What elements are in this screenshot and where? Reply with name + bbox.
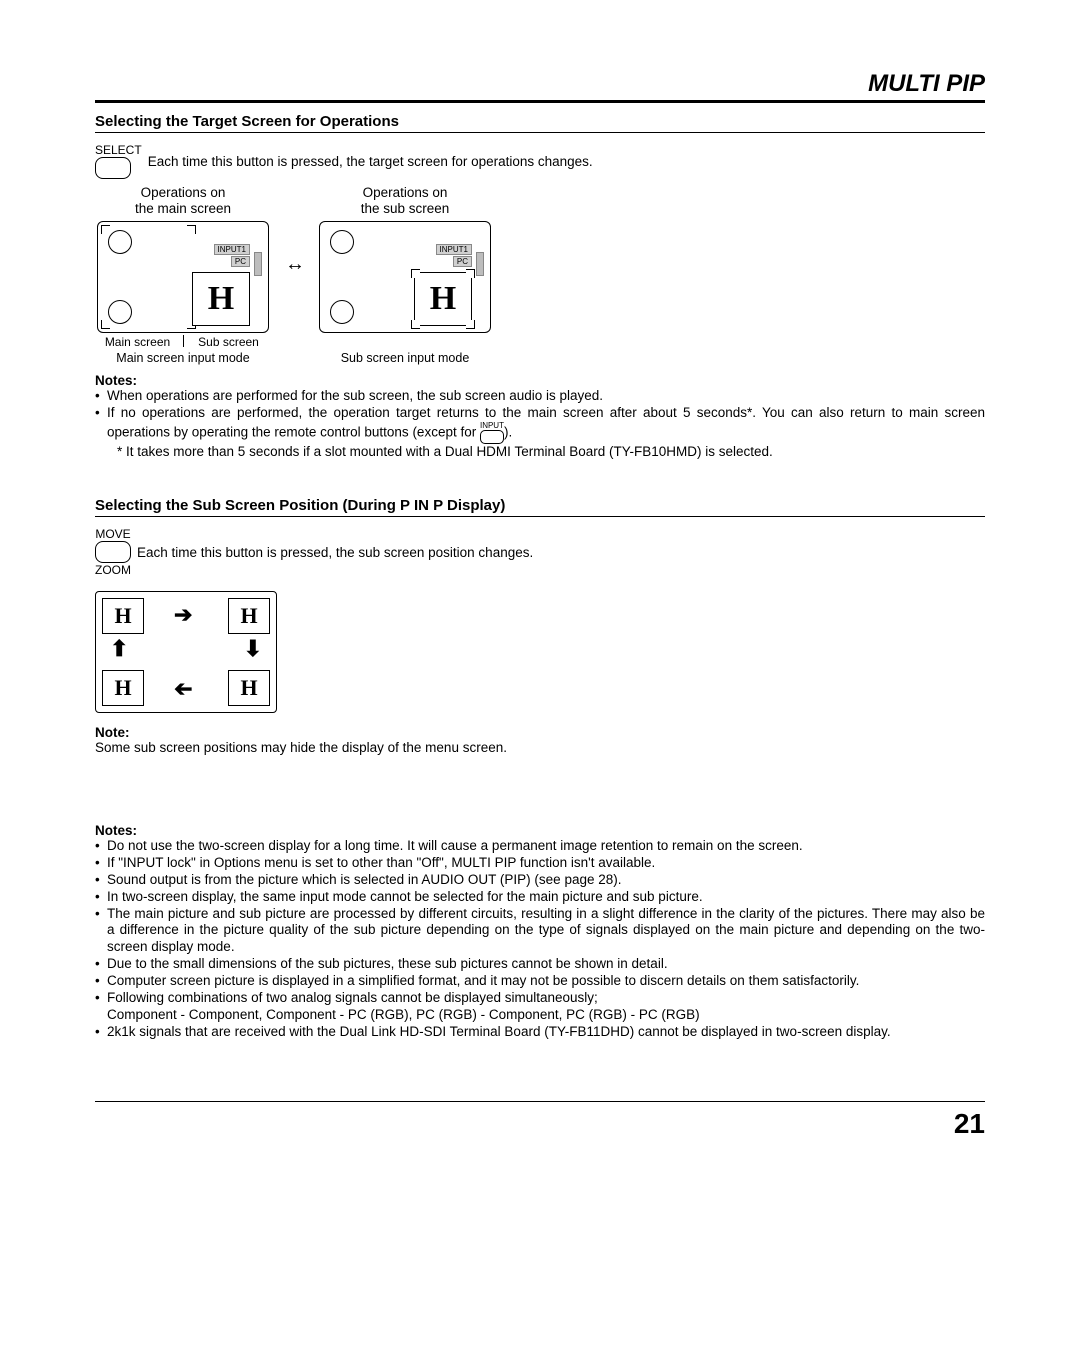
s1-note-0: When operations are performed for the su… bbox=[107, 388, 985, 405]
main-screen-frame: INPUT1 PC H bbox=[97, 221, 269, 333]
sub-screen-label: Sub screen bbox=[186, 335, 271, 349]
input1-label: INPUT1 bbox=[214, 244, 250, 255]
select-description: Each time this button is pressed, the ta… bbox=[148, 154, 593, 169]
notes-heading-1: Notes: bbox=[95, 373, 985, 388]
speaker-icon bbox=[476, 252, 484, 276]
pip-tl: H bbox=[102, 598, 144, 634]
zoom-label: ZOOM bbox=[95, 563, 131, 577]
s3-note-6: Computer screen picture is displayed in … bbox=[107, 973, 985, 990]
s1-star-note: * It takes more than 5 seconds if a slot… bbox=[117, 444, 985, 461]
s3-note-5: Due to the small dimensions of the sub p… bbox=[107, 956, 985, 973]
pip-br: H bbox=[228, 670, 270, 706]
diag-right-caption: Operations on the sub screen bbox=[361, 185, 450, 217]
s3-note-4: The main picture and sub picture are pro… bbox=[107, 906, 985, 957]
move-zoom-button-icon bbox=[95, 541, 131, 563]
pc-label: PC bbox=[231, 256, 250, 267]
s2-note-text: Some sub screen positions may hide the d… bbox=[95, 740, 985, 755]
arrow-right-icon: ➔ bbox=[174, 602, 192, 628]
move-description: Each time this button is pressed, the su… bbox=[137, 545, 533, 560]
target-screen-diagram: Operations on the main screen INPUT1 PC … bbox=[95, 185, 985, 365]
s3-note-3: In two-screen display, the same input mo… bbox=[107, 889, 985, 906]
main-mode-caption: Main screen input mode bbox=[116, 351, 249, 365]
s3-note-7: Following combinations of two analog sig… bbox=[107, 990, 985, 1024]
pip-h: H bbox=[208, 280, 234, 318]
pip-bl: H bbox=[102, 670, 144, 706]
note-heading-2: Note: bbox=[95, 725, 985, 740]
arrow-left-icon: ➔ bbox=[174, 676, 192, 702]
pip-position-cycle: H H H H ➔ ⬇ ➔ ⬆ bbox=[95, 591, 277, 713]
notes-heading-3: Notes: bbox=[95, 823, 985, 838]
s3-note-1: If "INPUT lock" in Options menu is set t… bbox=[107, 855, 985, 872]
pc-label-r: PC bbox=[453, 256, 472, 267]
swap-arrow-icon: ↔ bbox=[279, 253, 311, 276]
diag-left-caption: Operations on the main screen bbox=[135, 185, 231, 217]
sub-mode-caption: Sub screen input mode bbox=[341, 351, 470, 365]
s1-note-1: If no operations are performed, the oper… bbox=[107, 405, 985, 444]
speaker-icon bbox=[254, 252, 262, 276]
s3-note-2: Sound output is from the picture which i… bbox=[107, 872, 985, 889]
select-button-icon bbox=[95, 157, 131, 179]
s3-note-8: 2k1k signals that are received with the … bbox=[107, 1024, 985, 1041]
arrow-up-icon: ⬆ bbox=[110, 636, 128, 662]
pip-tr: H bbox=[228, 598, 270, 634]
input-button-icon: INPUT bbox=[480, 422, 504, 444]
pip-h-r: H bbox=[430, 280, 456, 318]
input1-label-r: INPUT1 bbox=[436, 244, 472, 255]
s3-note-0: Do not use the two-screen display for a … bbox=[107, 838, 985, 855]
section1-title: Selecting the Target Screen for Operatio… bbox=[95, 113, 985, 133]
page-header: MULTI PIP bbox=[95, 70, 985, 103]
select-label: SELECT bbox=[95, 143, 142, 157]
arrow-down-icon: ⬇ bbox=[244, 636, 262, 662]
page-number: 21 bbox=[95, 1101, 985, 1140]
sub-screen-frame: INPUT1 PC H bbox=[319, 221, 491, 333]
main-screen-label: Main screen bbox=[95, 335, 180, 349]
section2-title: Selecting the Sub Screen Position (Durin… bbox=[95, 497, 985, 517]
move-label: MOVE bbox=[95, 527, 130, 541]
